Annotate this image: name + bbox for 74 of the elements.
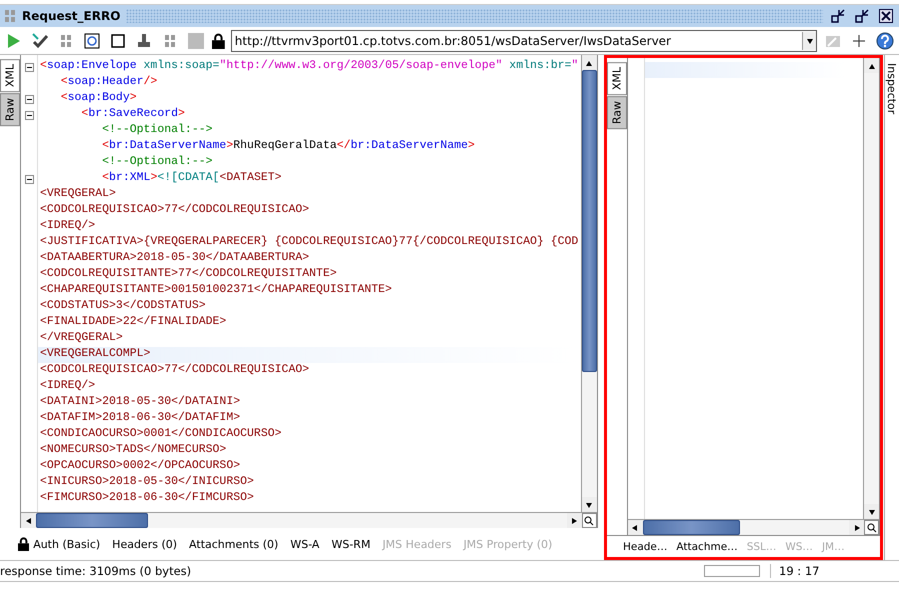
request-tab[interactable]: Headers (0) — [112, 538, 178, 551]
response-tab[interactable]: Heade… — [622, 540, 668, 552]
collapse-icon[interactable] — [24, 94, 34, 104]
scroll-left-arrow-icon[interactable] — [24, 516, 32, 525]
scrollbar-thumb[interactable] — [582, 70, 597, 372]
status-message: response time: 3109ms (0 bytes) — [0, 564, 192, 578]
help-button[interactable] — [875, 30, 895, 50]
close-button[interactable] — [877, 7, 895, 25]
horizontal-scrollbar[interactable] — [628, 519, 880, 535]
refresh-button[interactable] — [82, 30, 102, 50]
dropdown-button[interactable] — [802, 32, 816, 50]
scroll-up-arrow-icon[interactable] — [585, 58, 594, 66]
lock-icon — [212, 32, 225, 48]
code-line: </VREQGERAL> — [39, 331, 124, 346]
restore-button[interactable] — [829, 7, 847, 25]
collapse-icon[interactable] — [24, 110, 34, 120]
scroll-right-arrow-icon[interactable] — [852, 524, 861, 532]
code-line: <FIMCURSO>2018-06-30</FIMCURSO> — [39, 491, 255, 506]
request-tab[interactable]: WS-RM — [331, 538, 370, 551]
collapse-icon[interactable] — [24, 174, 34, 184]
url-field[interactable]: http://ttvrmv3port01.cp.totvs.com.br:8051/wsDataServer/IwsDataServer — [230, 30, 817, 52]
code-line: <CONDICAOCURSO>0001</CONDICAOCURSO> — [39, 427, 283, 442]
code-line: <br:XML><![CDATA[<DATASET> — [101, 171, 283, 186]
code-line: <br:SaveRecord> — [80, 107, 186, 122]
scrollbar-thumb[interactable] — [642, 520, 740, 535]
code-line: <DATAINI>2018-05-30</DATAINI> — [39, 395, 242, 410]
zoom-button[interactable] — [582, 513, 597, 528]
inspector-tab[interactable]: Inspector — [885, 63, 898, 114]
scroll-down-arrow-icon[interactable] — [868, 508, 876, 516]
code-line: <soap:Header/> — [60, 75, 158, 90]
lock-icon — [18, 537, 30, 552]
request-tab[interactable]: Auth (Basic) — [18, 537, 100, 552]
code-line: <CODSTATUS>3</CODSTATUS> — [39, 299, 207, 314]
collapse-icon[interactable] — [24, 62, 34, 72]
code-line: <JUSTIFICATIVA>{VREQGERALPARECER} {CODCOLREQUISICAO}77{/CODCOLREQUISICAO} {COD — [39, 235, 580, 250]
code-line: <!--Optional:--> — [101, 123, 214, 138]
code-line: <IDREQ/> — [39, 379, 96, 394]
response-tab[interactable]: Attachme… — [676, 540, 738, 552]
code-line: <FINALIDADE>22</FINALIDADE> — [39, 315, 228, 330]
code-line: <IDREQ/> — [39, 219, 96, 234]
scroll-up-arrow-icon[interactable] — [868, 62, 876, 70]
code-line: <soap:Envelope xmlns:soap="http://www.w3.org/2003/05/soap-envelope" xmlns:br=" — [39, 59, 580, 74]
request-tab[interactable]: WS-A — [290, 538, 320, 551]
scroll-left-arrow-icon[interactable] — [631, 524, 640, 532]
code-line: <INICURSO>2018-05-30</INICURSO> — [39, 475, 255, 490]
code-line: <soap:Body> — [60, 91, 138, 106]
restore-button[interactable] — [853, 7, 871, 25]
code-line: <NOMECURSO>TADS</NOMECURSO> — [39, 443, 228, 458]
request-tab[interactable]: Attachments (0) — [189, 538, 278, 551]
scroll-down-arrow-icon[interactable] — [806, 36, 814, 44]
window-title: Request_ERRO — [22, 9, 120, 23]
code-line: <CODCOLREQUISICAO>77</CODCOLREQUISICAO> — [39, 363, 310, 378]
scroll-down-arrow-icon[interactable] — [585, 500, 594, 509]
code-line: <br:DataServerName>RhuReqGeralData</br:DataServerName> — [101, 139, 476, 154]
zoom-button[interactable] — [864, 520, 880, 535]
cursor-position: 19 : 17 — [770, 564, 839, 578]
scroll-right-arrow-icon[interactable] — [570, 516, 578, 525]
code-line: <CODCOLREQUISICAO>77</CODCOLREQUISICAO> — [39, 203, 310, 218]
code-line: <VREQGERAL> — [39, 187, 117, 202]
scrollbar-thumb[interactable] — [36, 513, 148, 528]
vertical-scrollbar[interactable] — [580, 55, 597, 512]
code-line: <CODCOLREQUISITANTE>77</CODCOLREQUISITANTE> — [39, 267, 338, 282]
view-tab[interactable]: Raw — [606, 96, 627, 130]
code-line: <!--Optional:--> — [101, 155, 214, 170]
check-button[interactable] — [30, 30, 50, 50]
code-line: <CHAPAREQUISITANTE>001501002371</CHAPAREQUISITANTE> — [39, 283, 393, 298]
code-line: <DATAABERTURA>2018-05-30</DATAABERTURA> — [39, 251, 310, 266]
code-line: <OPCAOCURSO>0002</OPCAOCURSO> — [39, 459, 242, 474]
code-line: <DATAFIM>2018-06-30</DATAFIM> — [39, 411, 242, 426]
view-tab[interactable]: Raw — [0, 93, 20, 126]
view-tab[interactable]: XML — [606, 62, 627, 96]
view-tab[interactable]: XML — [0, 59, 20, 92]
vertical-scrollbar[interactable] — [863, 58, 880, 519]
horizontal-scrollbar[interactable] — [21, 512, 597, 528]
